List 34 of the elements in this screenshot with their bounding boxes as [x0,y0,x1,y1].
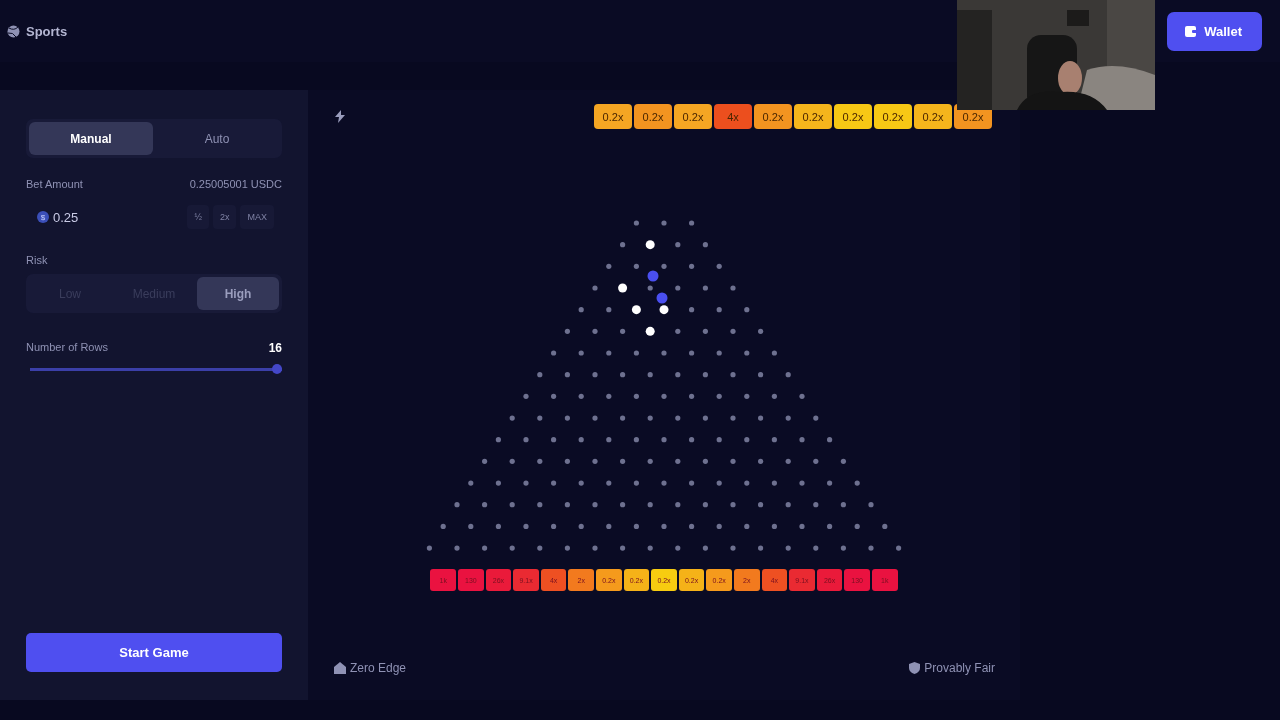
ball [656,292,668,304]
result-chip: 4x [714,104,752,129]
bet-adjust-button[interactable]: 2x [212,205,237,229]
result-chip: 0.2x [594,104,632,129]
result-chip: 0.2x [914,104,952,129]
bet-adjust-button[interactable]: ½ [187,205,209,229]
result-chip: 0.2x [874,104,912,129]
rows-value: 16 [268,341,282,355]
provably-fair-link[interactable]: Provably Fair [924,661,995,675]
wallet-button[interactable]: Wallet [1167,11,1262,51]
mode-tab[interactable]: Auto [155,122,279,155]
zero-edge-link[interactable]: Zero Edge [350,661,407,675]
bet-label: Bet Amount [26,178,83,190]
result-chip: 0.2x [834,104,872,129]
nav-link[interactable]: Sports [26,23,68,39]
lightning-icon[interactable] [335,110,345,123]
ball [647,270,659,282]
result-chip: 0.2x [674,104,712,129]
coin-icon: $ [37,211,49,223]
ball-icon [7,24,20,38]
start-button[interactable]: Start Game [26,633,282,672]
house-icon [334,662,346,674]
result-chip: 0.2x [754,104,792,129]
rows-label: Number of Rows [26,341,108,355]
result-chip: 0.2x [794,104,832,129]
risk-label: Risk [26,254,48,266]
balance-text: 0.25005001 USDC [189,178,282,190]
risk-tab[interactable]: High [197,277,279,310]
result-chip: 0.2x [634,104,672,129]
mode-tab[interactable]: Manual [29,122,153,155]
shield-icon [909,662,921,674]
wallet-icon [1185,25,1198,37]
bet-input[interactable]: 0.25 [53,209,184,225]
bet-adjust-button[interactable]: MAX [240,205,274,229]
